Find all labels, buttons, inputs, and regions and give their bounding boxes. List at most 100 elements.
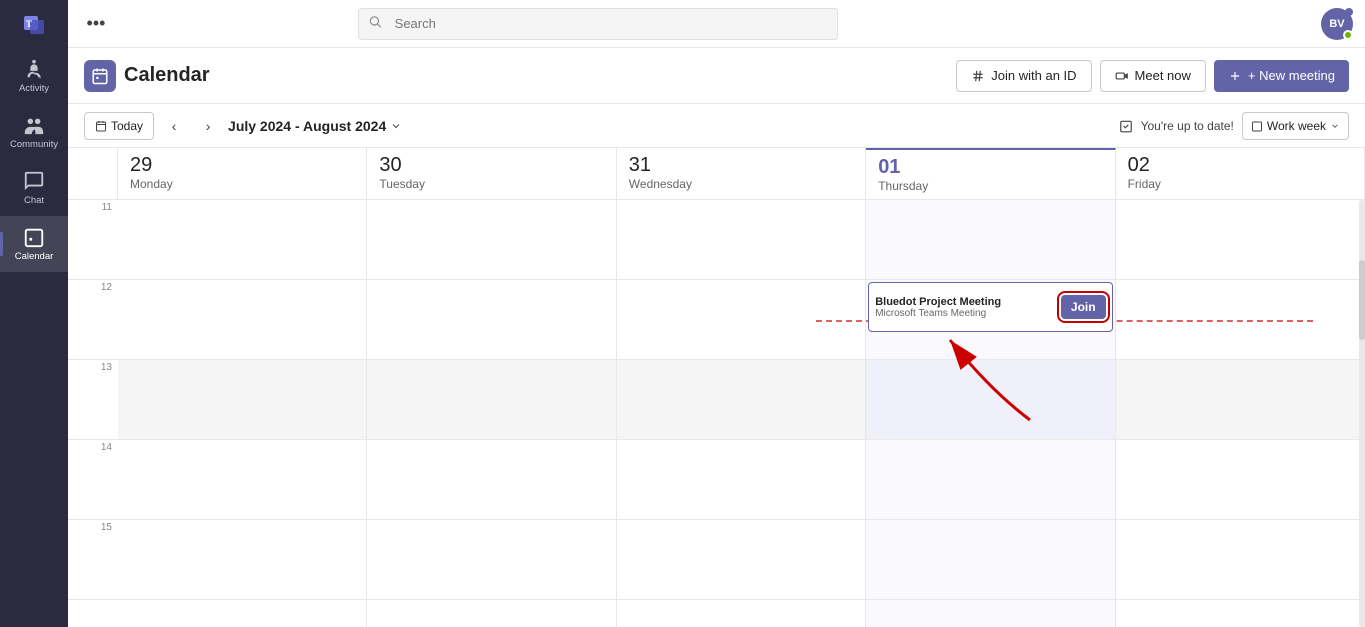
day-col-tue — [367, 200, 616, 627]
day-col-mon — [118, 200, 367, 627]
new-meeting-button[interactable]: + New meeting — [1214, 60, 1349, 92]
time-14: 14 — [68, 440, 118, 520]
time-12: 12 — [68, 280, 118, 360]
tue-14 — [367, 440, 615, 520]
day-header-wed: 31 Wednesday — [617, 148, 866, 199]
fri-12 — [1116, 280, 1364, 360]
fri-15 — [1116, 520, 1364, 600]
calendar-toolbar: Today ‹ › July 2024 - August 2024 You're… — [68, 104, 1365, 148]
day-col-fri — [1116, 200, 1365, 627]
thu-13 — [866, 360, 1114, 440]
mon-15 — [118, 520, 366, 600]
sidebar: T Activity Community Chat Calendar — [0, 0, 68, 627]
mon-12 — [118, 280, 366, 360]
day-header-thu: 01 Thursday — [866, 148, 1115, 199]
time-11: 11 — [68, 200, 118, 280]
activity-icon — [23, 58, 45, 80]
next-nav-button[interactable]: › — [194, 112, 222, 140]
sidebar-item-community[interactable]: Community — [0, 104, 68, 160]
day-header-fri: 02 Friday — [1116, 148, 1365, 199]
search-icon — [368, 14, 382, 33]
tue-11 — [367, 200, 615, 280]
scrollbar-track — [1359, 200, 1365, 627]
calendar-header: Calendar Join with an ID Meet now + Ne — [68, 48, 1365, 104]
meeting-subtitle: Microsoft Teams Meeting — [875, 308, 1001, 319]
wed-14 — [617, 440, 865, 520]
sidebar-item-chat[interactable]: Chat — [0, 160, 68, 216]
calendar-grid: 29 Monday 30 Tuesday 31 Wednesday 01 Thu… — [68, 148, 1365, 627]
chat-icon — [23, 170, 45, 192]
view-icon — [1251, 120, 1263, 132]
days-header: 29 Monday 30 Tuesday 31 Wednesday 01 Thu… — [68, 148, 1365, 200]
thu-15 — [866, 520, 1114, 600]
tue-13 — [367, 360, 615, 440]
thu-14 — [866, 440, 1114, 520]
plus-icon — [1228, 69, 1242, 83]
video-icon — [1115, 69, 1129, 83]
meeting-info: Bluedot Project Meeting Microsoft Teams … — [875, 296, 1001, 319]
today-icon — [95, 120, 107, 132]
meeting-title: Bluedot Project Meeting — [875, 296, 1001, 308]
svg-text:T: T — [26, 19, 32, 29]
mon-14 — [118, 440, 366, 520]
wed-11 — [617, 200, 865, 280]
chat-label: Chat — [24, 195, 44, 206]
main-content: ••• BV Calenda — [68, 0, 1365, 627]
day-header-tue: 30 Tuesday — [367, 148, 616, 199]
scrollbar-thumb[interactable] — [1359, 260, 1365, 340]
tue-12 — [367, 280, 615, 360]
mon-13 — [118, 360, 366, 440]
view-chevron-icon — [1330, 121, 1340, 131]
wed-13 — [617, 360, 865, 440]
more-options-button[interactable]: ••• — [80, 8, 112, 40]
day-header-mon: 29 Monday — [118, 148, 367, 199]
calendar-check-icon — [1119, 119, 1133, 133]
community-icon — [23, 114, 45, 136]
mon-11 — [118, 200, 366, 280]
calendar-header-actions: Join with an ID Meet now + New meeting — [956, 60, 1349, 92]
join-with-id-button[interactable]: Join with an ID — [956, 60, 1091, 92]
thu-12: Bluedot Project Meeting Microsoft Teams … — [866, 280, 1114, 360]
day-col-thu: Bluedot Project Meeting Microsoft Teams … — [866, 200, 1115, 627]
calendar-label: Calendar — [15, 251, 54, 262]
calendar-body: 11 12 13 14 15 — [68, 200, 1365, 627]
topbar: ••• BV — [68, 0, 1365, 48]
time-15: 15 — [68, 520, 118, 600]
up-to-date-label: You're up to date! — [1141, 119, 1234, 133]
fri-14 — [1116, 440, 1364, 520]
calendar-nav-icon — [23, 226, 45, 248]
tue-15 — [367, 520, 615, 600]
calendar-title: Calendar — [124, 64, 210, 87]
time-13: 13 — [68, 360, 118, 440]
sidebar-item-activity[interactable]: Activity — [0, 48, 68, 104]
day-col-wed — [617, 200, 866, 627]
notification-dot — [1345, 8, 1353, 16]
today-button[interactable]: Today — [84, 112, 154, 140]
topbar-right: BV — [1321, 8, 1353, 40]
calendar-icon-wrap — [84, 60, 116, 92]
community-label: Community — [10, 139, 58, 150]
date-range[interactable]: July 2024 - August 2024 — [228, 118, 402, 134]
meeting-event[interactable]: Bluedot Project Meeting Microsoft Teams … — [868, 282, 1112, 332]
fri-11 — [1116, 200, 1364, 280]
chevron-down-icon — [390, 120, 402, 132]
calendar-header-icon — [91, 67, 109, 85]
search-bar — [358, 8, 838, 40]
wed-12 — [617, 280, 865, 360]
activity-label: Activity — [19, 83, 49, 94]
online-status-dot — [1343, 30, 1353, 40]
prev-nav-button[interactable]: ‹ — [160, 112, 188, 140]
time-column: 11 12 13 14 15 — [68, 200, 118, 627]
wed-15 — [617, 520, 865, 600]
meet-now-button[interactable]: Meet now — [1100, 60, 1206, 92]
toolbar-right: You're up to date! Work week — [1119, 112, 1349, 140]
thu-11 — [866, 200, 1114, 280]
sidebar-item-calendar[interactable]: Calendar — [0, 216, 68, 272]
search-input[interactable] — [358, 8, 838, 40]
time-col-header — [68, 148, 118, 199]
avatar-container: BV — [1321, 8, 1353, 40]
app-logo: T — [0, 0, 68, 48]
join-meeting-button[interactable]: Join — [1061, 295, 1106, 319]
hash-icon — [971, 69, 985, 83]
view-select[interactable]: Work week — [1242, 112, 1349, 140]
